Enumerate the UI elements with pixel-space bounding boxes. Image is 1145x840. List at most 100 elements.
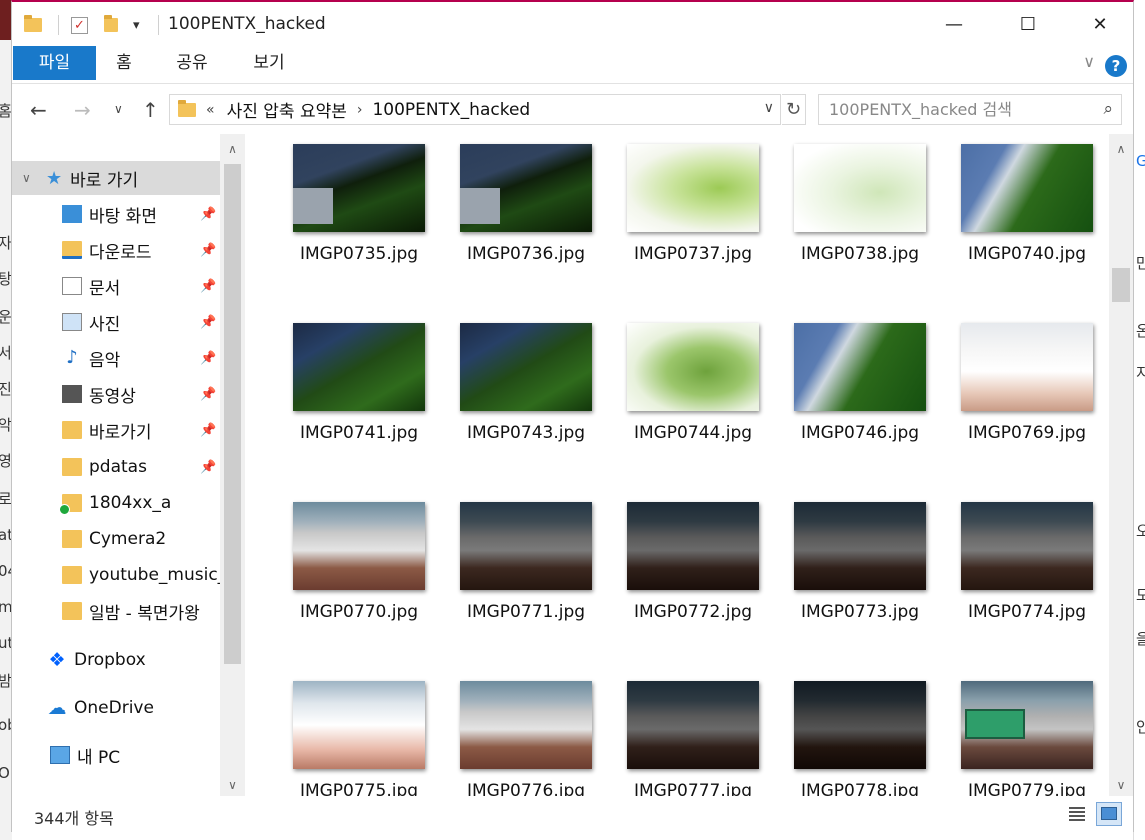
tab-view[interactable]: 보기 [244, 46, 294, 80]
back-button[interactable]: ← [30, 98, 47, 122]
details-view-button[interactable] [1064, 802, 1090, 826]
file-item[interactable]: IMGP0773.jpg [756, 492, 926, 652]
pin-icon[interactable]: 📌 [200, 243, 216, 258]
help-icon[interactable]: ? [1105, 55, 1127, 77]
address-dropdown-icon[interactable]: ∨ [764, 100, 774, 116]
background-window-right: G 만 온 지 오 모 을 인 [1133, 0, 1145, 840]
pin-icon[interactable]: 📌 [200, 423, 216, 438]
maximize-button[interactable]: ☐ [1005, 2, 1051, 46]
pin-icon[interactable]: 📌 [200, 207, 216, 222]
download-icon [62, 241, 82, 259]
file-item[interactable]: IMGP0744.jpg [589, 313, 759, 473]
quick-access-dropdown-icon[interactable]: ▾ [133, 13, 140, 37]
ribbon-tabs: 파일 홈 공유 보기 ∨ ? [12, 46, 1133, 84]
file-item[interactable]: IMGP0776.jpg [422, 671, 592, 796]
nav-item-onedrive[interactable]: ☁ OneDrive [12, 691, 220, 725]
nav-scrollbar[interactable]: ∧ ∨ [220, 134, 245, 796]
star-icon: ★ [46, 167, 63, 189]
tab-home[interactable]: 홈 [104, 46, 144, 80]
pictures-icon [62, 313, 82, 331]
forward-button[interactable]: → [74, 98, 91, 122]
close-button[interactable]: ✕ [1077, 2, 1123, 46]
nav-item-dropbox[interactable]: ❖ Dropbox [12, 643, 220, 677]
nav-label: Dropbox [74, 650, 146, 670]
music-icon: ♪ [66, 347, 78, 368]
file-item[interactable]: IMGP0740.jpg [923, 134, 1093, 294]
nav-item-videos[interactable]: 동영상 📌 [12, 377, 220, 411]
minimize-button[interactable]: — [931, 2, 977, 46]
breadcrumb-separator[interactable]: › [357, 102, 363, 118]
scroll-down-icon[interactable]: ∨ [1109, 778, 1133, 792]
nav-item-downloads[interactable]: 다운로드 📌 [12, 233, 220, 267]
breadcrumb-item-parent[interactable]: 사진 압축 요약본 [227, 97, 347, 122]
sep-line-2 [158, 13, 159, 37]
up-button[interactable]: ↑ [142, 98, 159, 122]
recent-locations-button[interactable]: ∨ [114, 102, 123, 116]
search-placeholder: 100PENTX_hacked 검색 [829, 100, 1012, 119]
tab-share[interactable]: 공유 [167, 46, 217, 80]
thumbnail-image [460, 502, 592, 590]
nav-item-this-pc[interactable]: 내 PC [12, 738, 220, 772]
file-item[interactable]: IMGP0736.jpg [422, 134, 592, 294]
pin-icon[interactable]: 📌 [200, 460, 216, 475]
file-item[interactable]: IMGP0772.jpg [589, 492, 759, 652]
nav-label: Cymera2 [89, 529, 167, 549]
breadcrumb-item-current[interactable]: 100PENTX_hacked [372, 100, 530, 120]
content-scrollbar[interactable]: ∧ ∨ [1109, 134, 1133, 796]
address-field[interactable]: « 사진 압축 요약본 › 100PENTX_hacked ∨ [169, 94, 781, 125]
tab-file[interactable]: 파일 [13, 46, 96, 80]
file-item[interactable]: IMGP0737.jpg [589, 134, 759, 294]
nav-item-documents[interactable]: 문서 📌 [12, 269, 220, 303]
nav-item-youtube-music[interactable]: youtube_music_ [12, 558, 220, 592]
status-bar: 344개 항목 [12, 796, 1133, 832]
item-count: 344개 항목 [34, 809, 114, 828]
large-icons-view-button[interactable] [1096, 802, 1122, 826]
file-item[interactable]: IMGP0738.jpg [756, 134, 926, 294]
nav-quick-access[interactable]: ∨ ★ 바로 가기 [12, 161, 220, 195]
nav-item-1804xx-a[interactable]: 1804xx_a [12, 486, 220, 520]
file-item[interactable]: IMGP0771.jpg [422, 492, 592, 652]
nav-item-music[interactable]: ♪ 음악 📌 [12, 341, 220, 375]
file-item[interactable]: IMGP0779.jpg [923, 671, 1093, 796]
new-folder-icon[interactable] [104, 13, 118, 37]
pin-icon[interactable]: 📌 [200, 279, 216, 294]
document-icon [62, 277, 82, 295]
file-item[interactable]: IMGP0746.jpg [756, 313, 926, 473]
search-input[interactable]: 100PENTX_hacked 검색 ⌕ [818, 94, 1122, 125]
file-item[interactable]: IMGP0774.jpg [923, 492, 1093, 652]
refresh-button[interactable]: ↻ [782, 94, 806, 125]
scroll-thumb[interactable] [224, 164, 241, 664]
thumbnail-image [627, 323, 759, 411]
nav-item-desktop[interactable]: 바탕 화면 📌 [12, 197, 220, 231]
nav-item-pdatas[interactable]: pdatas 📌 [12, 450, 220, 484]
scroll-thumb[interactable] [1112, 268, 1130, 302]
search-icon[interactable]: ⌕ [1103, 95, 1113, 124]
nav-item-ilbam[interactable]: 일밤 - 복면가왕 [12, 594, 220, 628]
folder-icon [24, 13, 42, 37]
file-item[interactable]: IMGP0775.jpg [255, 671, 425, 796]
file-item[interactable]: IMGP0770.jpg [255, 492, 425, 652]
file-item[interactable]: IMGP0735.jpg [255, 134, 425, 294]
scroll-up-icon[interactable]: ∧ [220, 142, 245, 156]
nav-label: 사진 [89, 314, 121, 335]
file-item[interactable]: IMGP0769.jpg [923, 313, 1093, 473]
pin-icon[interactable]: 📌 [200, 351, 216, 366]
scroll-down-icon[interactable]: ∨ [220, 778, 245, 792]
file-item[interactable]: IMGP0778.jpg [756, 671, 926, 796]
collapse-chevron-icon[interactable]: ∨ [22, 171, 31, 185]
file-item[interactable]: IMGP0741.jpg [255, 313, 425, 473]
pin-icon[interactable]: 📌 [200, 315, 216, 330]
nav-item-cymera2[interactable]: Cymera2 [12, 522, 220, 556]
nav-item-pictures[interactable]: 사진 📌 [12, 305, 220, 339]
expand-ribbon-icon[interactable]: ∨ [1083, 52, 1095, 71]
breadcrumb-overflow[interactable]: « [206, 102, 215, 118]
nav-item-shortcuts[interactable]: 바로가기 📌 [12, 413, 220, 447]
file-item[interactable]: IMGP0777.jpg [589, 671, 759, 796]
file-item[interactable]: IMGP0743.jpg [422, 313, 592, 473]
details-view-icon [1069, 807, 1085, 821]
scroll-up-icon[interactable]: ∧ [1109, 142, 1133, 156]
properties-check-icon[interactable]: ✓ [71, 13, 88, 37]
sync-ok-icon [59, 503, 70, 515]
thumbnail-image [460, 681, 592, 769]
pin-icon[interactable]: 📌 [200, 387, 216, 402]
